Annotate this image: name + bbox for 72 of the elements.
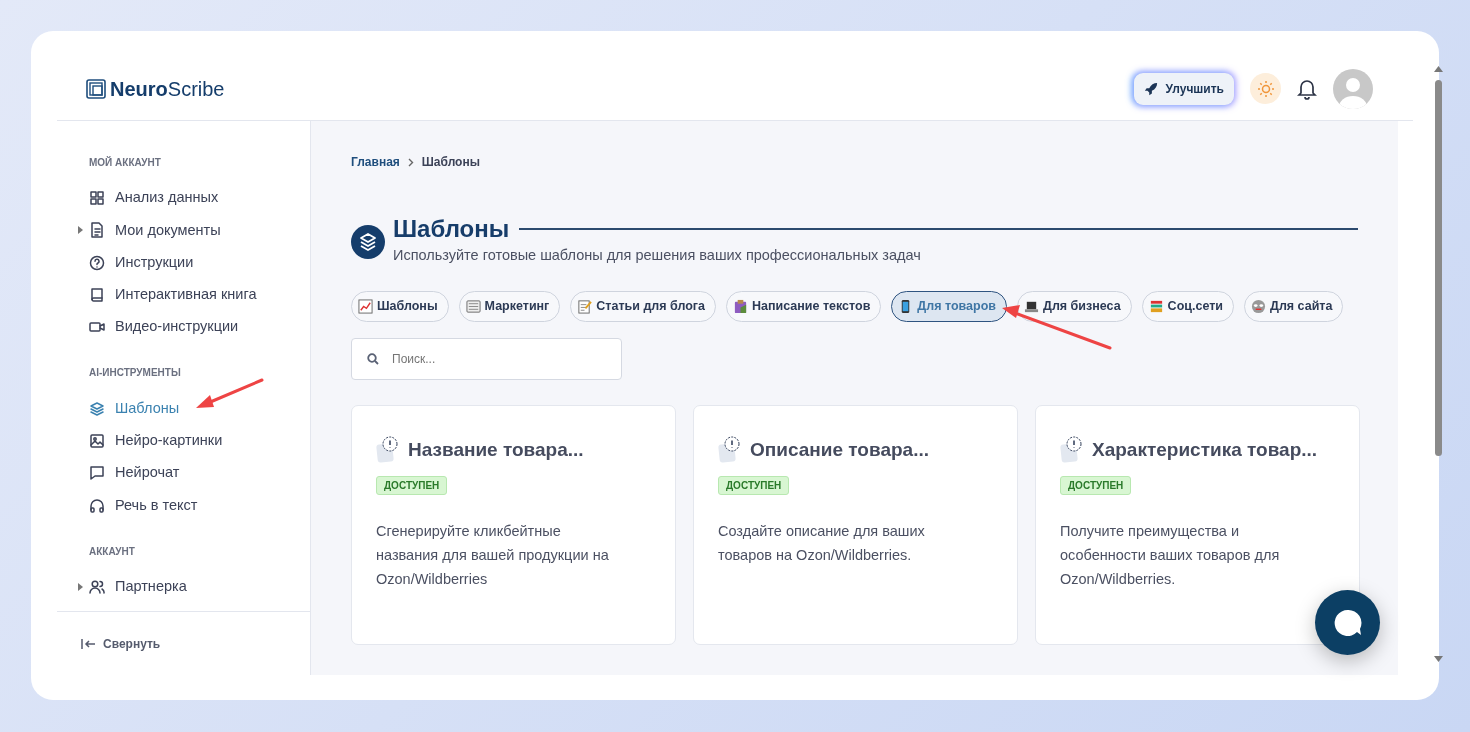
caret-icon[interactable] <box>78 226 83 235</box>
sidebar-item[interactable]: Речь в текст <box>89 489 310 522</box>
book-icon <box>89 287 105 304</box>
chevron-icon <box>407 157 414 167</box>
section-heading: МОЙ АККАУНТ <box>89 155 162 170</box>
image-icon <box>89 432 105 449</box>
speech-bubble-icon <box>89 465 105 482</box>
clipboard-icon <box>733 298 748 314</box>
caret-icon[interactable] <box>78 582 83 591</box>
card-description: Создайте описание для ваших товаров на Ozon/Wildberries. <box>718 522 926 565</box>
category-chip[interactable]: Для бизнеса <box>1017 290 1132 322</box>
section-heading: АККАУНТ <box>89 544 136 559</box>
annotation-arrow <box>196 378 264 408</box>
status-tag: ДОСТУПЕН <box>718 476 790 495</box>
newspaper-icon <box>465 298 481 314</box>
bell-icon[interactable] <box>1297 77 1317 100</box>
collapse-icon <box>81 637 97 650</box>
alert-note-icon <box>718 435 742 464</box>
category-chip[interactable]: Для сайта <box>1244 290 1344 322</box>
document-icon <box>89 222 105 239</box>
sidebar-item[interactable]: Интерактивная книга <box>89 278 310 312</box>
template-card[interactable]: Название товара... ДОСТУПЕН Сгенерируйте кликбейтные названия для вашей продукции на Ozon/Wildberries <box>351 404 676 645</box>
section-heading: AI-ИНСТРУМЕНТЫ <box>89 366 182 381</box>
category-chip[interactable]: Для товаров <box>891 290 1007 322</box>
mask-icon <box>1251 298 1266 314</box>
collapse-button[interactable]: Свернуть <box>57 611 310 675</box>
category-chip[interactable]: Маркетинг <box>458 290 561 322</box>
card-title: Описание товара... <box>750 437 929 462</box>
alert-note-icon <box>1060 435 1084 464</box>
sidebar-item[interactable]: Мои документы <box>89 214 310 247</box>
book-stack-icon <box>1148 298 1164 314</box>
card-description: Получите преимущества и особенности ваших товаров для Ozon/Wildberries. <box>1060 522 1281 589</box>
sidebar-item[interactable]: Партнерка <box>89 570 310 603</box>
people-icon <box>89 578 105 595</box>
logo-text: NeuroScribe <box>110 76 225 102</box>
category-chip[interactable]: Статьи для блога <box>570 290 716 322</box>
breadcrumb-link[interactable]: Главная <box>351 153 400 171</box>
search-field[interactable]: Поиск... <box>351 337 622 380</box>
page-title: Шаблоны <box>393 217 510 241</box>
layers-icon <box>351 224 385 259</box>
card-description: Сгенерируйте кликбейтные названия для вашей продукции на Ozon/Wildberries <box>376 522 610 589</box>
rocket-icon <box>1143 81 1158 96</box>
headphones-icon <box>89 497 105 514</box>
upgrade-button[interactable]: Улучшить <box>1133 72 1234 105</box>
notepad-icon <box>577 298 593 314</box>
card-title: Характеристика товар... <box>1092 437 1318 462</box>
category-chip[interactable]: Шаблоны <box>351 290 449 322</box>
page-subtitle: Используйте готовые шаблоны для решения ваших профессиональных задач <box>393 246 922 265</box>
scroll-down-icon[interactable] <box>1434 656 1443 662</box>
sidebar-item[interactable]: Нейрочат <box>89 457 310 490</box>
template-card[interactable]: Характеристика товар... ДОСТУПЕН Получите преимущества и особенности ваших товаров для Ozon/Wildberries. <box>1035 404 1360 645</box>
sidebar-item[interactable]: Нейро-картинки <box>89 424 310 458</box>
layers-icon <box>89 400 105 417</box>
speech-bubble-icon <box>1332 607 1363 638</box>
template-card[interactable]: Описание товара... ДОСТУПЕН Создайте описание для ваших товаров на Ozon/Wildberries. <box>693 404 1018 645</box>
card-title: Название товара... <box>408 437 584 462</box>
grid-icon <box>89 190 105 207</box>
sidebar-item[interactable]: Анализ данных <box>89 182 310 215</box>
sun-icon <box>1256 79 1275 98</box>
help-icon <box>89 254 105 271</box>
theme-toggle[interactable] <box>1250 73 1281 104</box>
alert-note-icon <box>376 435 400 464</box>
category-chip[interactable]: Написание текстов <box>726 290 882 322</box>
sidebar-item[interactable]: Шаблоны <box>89 392 310 425</box>
sidebar-item[interactable]: Видео-инструкции <box>89 311 310 344</box>
chart-icon <box>358 298 373 314</box>
logo-icon <box>86 78 106 99</box>
status-tag: ДОСТУПЕН <box>376 476 448 495</box>
status-tag: ДОСТУПЕН <box>1060 476 1132 495</box>
category-chip[interactable]: Соц.сети <box>1141 290 1234 322</box>
sidebar-item[interactable]: Инструкции <box>89 246 310 279</box>
scroll-up-icon[interactable] <box>1434 66 1443 72</box>
